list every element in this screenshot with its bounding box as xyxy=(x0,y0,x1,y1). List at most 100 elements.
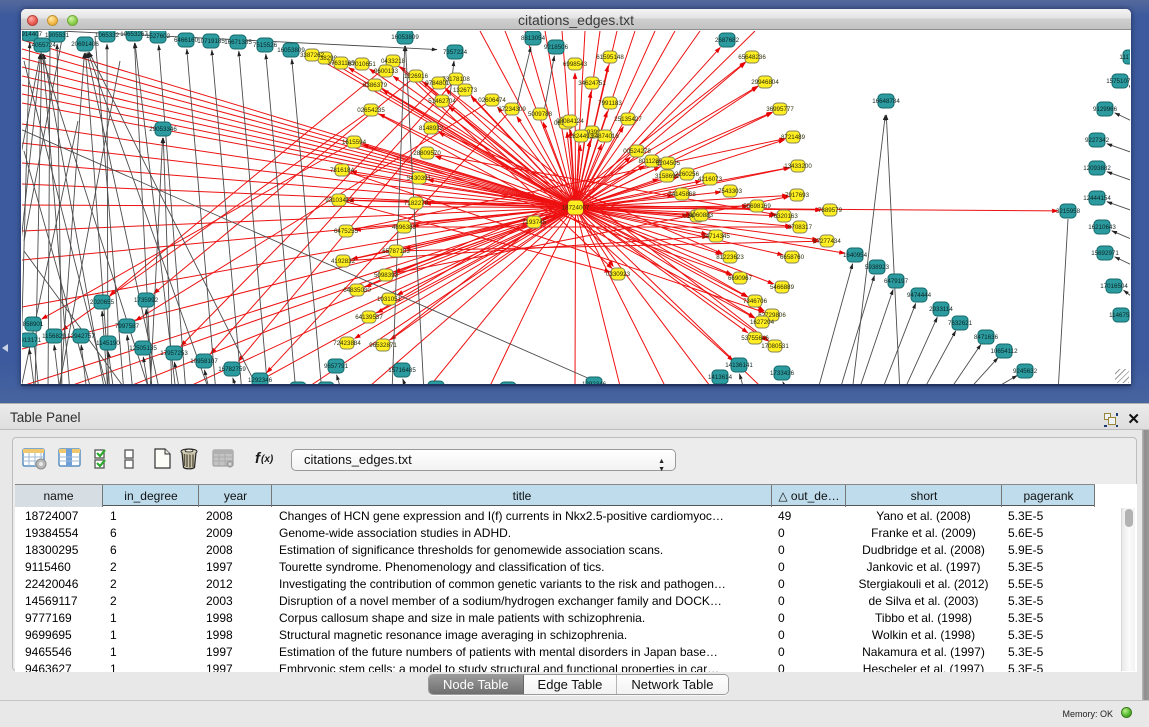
svg-text:81223623: 81223623 xyxy=(716,254,744,261)
svg-text:3215958: 3215958 xyxy=(1056,208,1081,215)
svg-text:16782759: 16782759 xyxy=(218,366,246,373)
svg-text:12093882: 12093882 xyxy=(1083,165,1111,172)
svg-text:65787133: 65787133 xyxy=(382,248,410,255)
svg-text:51462704: 51462704 xyxy=(428,98,456,105)
svg-text:6479197: 6479197 xyxy=(884,278,909,285)
svg-text:10958107: 10958107 xyxy=(190,358,218,365)
svg-text:1735992: 1735992 xyxy=(134,297,159,304)
svg-text:12444154: 12444154 xyxy=(1083,195,1111,202)
svg-text:1226916: 1226916 xyxy=(404,73,429,80)
svg-text:13433200: 13433200 xyxy=(784,163,812,170)
svg-text:7543303: 7543303 xyxy=(718,188,743,195)
svg-text:76320163: 76320163 xyxy=(770,213,798,220)
svg-text:0433218: 0433218 xyxy=(381,58,406,65)
svg-text:96532871: 96532871 xyxy=(369,342,397,349)
svg-text:9600133: 9600133 xyxy=(374,68,399,75)
svg-text:65648236: 65648236 xyxy=(738,54,766,61)
svg-text:10654112: 10654112 xyxy=(990,348,1018,355)
svg-text:16053809: 16053809 xyxy=(391,34,419,41)
svg-text:1615594: 1615594 xyxy=(342,139,367,146)
svg-text:8708317: 8708317 xyxy=(788,224,813,231)
svg-text:12942757: 12942757 xyxy=(67,333,95,340)
svg-text:53755646: 53755646 xyxy=(741,335,769,342)
svg-text:2260256: 2260256 xyxy=(675,171,700,178)
svg-text:17080531: 17080531 xyxy=(761,343,789,350)
svg-text:6658760: 6658760 xyxy=(780,254,805,261)
svg-text:98084124: 98084124 xyxy=(556,118,584,125)
svg-text:87277434: 87277434 xyxy=(813,238,841,245)
svg-text:0330923: 0330923 xyxy=(606,271,631,278)
svg-text:1145190: 1145190 xyxy=(96,340,120,347)
svg-text:87234309: 87234309 xyxy=(498,106,526,113)
svg-text:1913171: 1913171 xyxy=(22,337,42,344)
svg-text:1413614: 1413614 xyxy=(708,374,733,381)
svg-text:6690967: 6690967 xyxy=(728,275,753,282)
svg-text:1146753: 1146753 xyxy=(1109,312,1130,319)
svg-text:7515526: 7515526 xyxy=(253,42,278,49)
svg-text:34714345: 34714345 xyxy=(702,233,730,240)
svg-text:15692971: 15692971 xyxy=(1091,250,1119,257)
svg-text:20691406: 20691406 xyxy=(71,41,99,48)
svg-text:858901: 858901 xyxy=(23,321,44,328)
svg-text:4060883: 4060883 xyxy=(689,212,714,219)
svg-text:17957253: 17957253 xyxy=(160,350,188,357)
svg-text:1733436: 1733436 xyxy=(770,370,795,377)
svg-text:5009788: 5009788 xyxy=(528,111,553,118)
svg-text:73178108: 73178108 xyxy=(442,76,470,83)
svg-text:29946804: 29946804 xyxy=(751,79,779,86)
svg-text:2687682: 2687682 xyxy=(715,37,740,44)
svg-text:29053346: 29053346 xyxy=(149,126,177,133)
svg-text:5430391: 5430391 xyxy=(407,175,432,182)
svg-text:10719185: 10719185 xyxy=(197,38,225,45)
svg-text:5938923: 5938923 xyxy=(865,264,890,271)
svg-text:1905531: 1905531 xyxy=(45,32,70,39)
svg-text:02606474: 02606474 xyxy=(478,97,506,104)
svg-text:1640954: 1640954 xyxy=(843,252,868,259)
svg-text:16210643: 16210643 xyxy=(1088,224,1116,231)
svg-text:2933114: 2933114 xyxy=(929,306,953,313)
svg-text:6466160: 6466160 xyxy=(174,37,199,44)
svg-text:61595148: 61595148 xyxy=(596,54,624,61)
svg-text:1627204: 1627204 xyxy=(750,319,775,326)
svg-text:02654235: 02654235 xyxy=(357,107,385,114)
svg-text:18724007: 18724007 xyxy=(562,205,590,212)
svg-text:7182278: 7182278 xyxy=(404,200,429,207)
svg-text:72423884: 72423884 xyxy=(333,340,361,347)
svg-text:17016504: 17016504 xyxy=(1100,283,1128,290)
svg-text:8148932: 8148932 xyxy=(419,125,444,132)
svg-text:28809570: 28809570 xyxy=(413,150,441,157)
svg-text:6998543: 6998543 xyxy=(563,61,588,68)
svg-text:2020655: 2020655 xyxy=(90,299,115,306)
svg-text:67010651: 67010651 xyxy=(348,61,376,68)
svg-text:14055724: 14055724 xyxy=(28,42,56,49)
svg-text:8471636: 8471636 xyxy=(974,334,999,341)
svg-text:55698169: 55698169 xyxy=(743,203,771,210)
svg-text:8386379: 8386379 xyxy=(363,82,388,89)
svg-text:7357224: 7357224 xyxy=(443,49,468,56)
svg-text:9227342: 9227342 xyxy=(1085,137,1110,144)
svg-text:7917693: 7917693 xyxy=(785,192,810,199)
svg-text:7997587: 7997587 xyxy=(115,323,140,330)
svg-text:(x): (x) xyxy=(261,454,274,465)
svg-text:4216073: 4216073 xyxy=(698,176,723,183)
svg-text:5466889: 5466889 xyxy=(770,284,795,291)
svg-text:4896383: 4896383 xyxy=(392,224,417,231)
svg-text:36995777: 36995777 xyxy=(766,106,794,113)
svg-text:16648784: 16648784 xyxy=(872,98,900,105)
svg-text:64139537: 64139537 xyxy=(355,314,383,321)
svg-text:14136141: 14136141 xyxy=(725,362,753,369)
svg-text:1156829: 1156829 xyxy=(42,333,66,340)
svg-text:1065332: 1065332 xyxy=(95,32,120,39)
svg-text:9474444: 9474444 xyxy=(907,292,932,299)
svg-text:7346706: 7346706 xyxy=(743,298,768,305)
svg-text:9129966: 9129966 xyxy=(1093,106,1118,113)
svg-text:93103413: 93103413 xyxy=(325,197,353,204)
svg-text:7991183: 7991183 xyxy=(598,100,622,107)
svg-text:64835030: 64835030 xyxy=(343,287,371,294)
svg-text:1326773: 1326773 xyxy=(453,87,478,94)
svg-text:7816184: 7816184 xyxy=(330,167,355,174)
svg-text:7193745: 7193745 xyxy=(522,219,547,226)
svg-text:8721489: 8721489 xyxy=(781,134,806,141)
svg-text:10653267: 10653267 xyxy=(120,31,148,38)
svg-text:00524278: 00524278 xyxy=(623,148,651,155)
